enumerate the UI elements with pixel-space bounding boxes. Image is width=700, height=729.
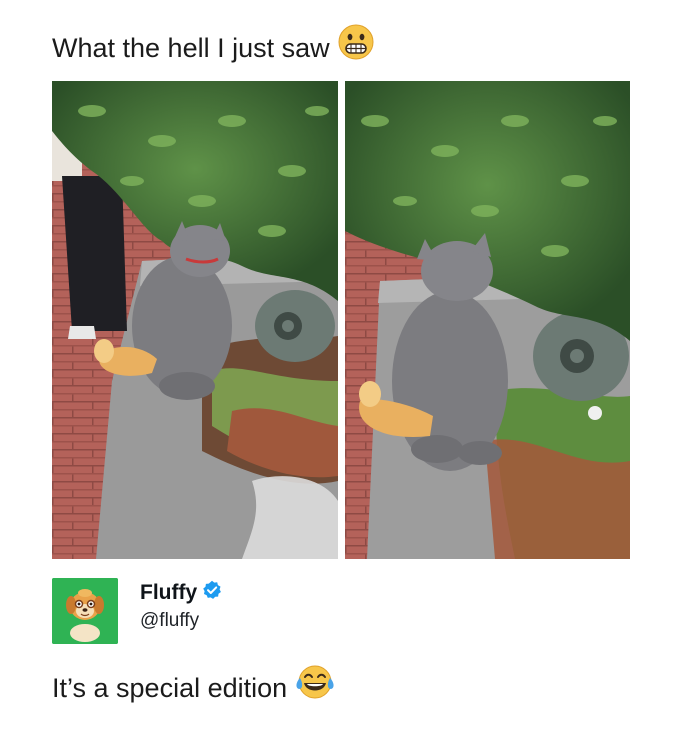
post-card: What the hell I just saw Fluffy @fluffy … [0, 0, 700, 729]
verified-badge-icon [202, 580, 222, 605]
post-caption: It’s a special edition [52, 664, 335, 711]
cartoon-dog-avatar-icon [52, 578, 118, 644]
grimacing-face-emoji-icon [338, 24, 374, 71]
cat-photo-right[interactable] [345, 81, 630, 559]
caption-text: It’s a special edition [52, 672, 288, 703]
author-handle[interactable]: @fluffy [140, 610, 199, 632]
avatar[interactable] [52, 578, 118, 644]
tears-of-joy-emoji-icon [295, 664, 335, 711]
post-headline: What the hell I just saw [52, 24, 374, 71]
display-name[interactable]: Fluffy [140, 581, 197, 605]
cat-photo-left[interactable] [52, 81, 338, 559]
headline-text: What the hell I just saw [52, 32, 330, 63]
post-media[interactable] [52, 81, 630, 559]
author-name-row: Fluffy [140, 580, 222, 605]
author-info[interactable]: Fluffy @fluffy [52, 578, 632, 648]
